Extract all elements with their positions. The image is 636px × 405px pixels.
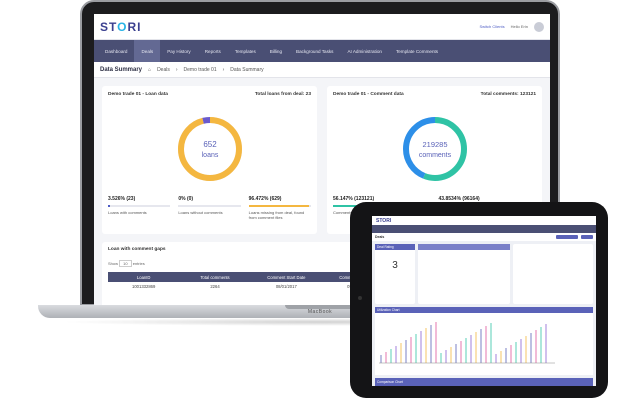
stat-value: 0% (0) xyxy=(178,196,194,202)
user-name: Erin xyxy=(520,24,528,29)
table-header-cell[interactable]: Comment Start Date xyxy=(251,275,322,280)
table-cell: 08/01/2017 xyxy=(275,284,297,289)
entries-select[interactable]: 10 xyxy=(119,260,132,267)
entries-label: entries xyxy=(132,261,145,266)
top-bar: STORI Switch Clients Hello Erin xyxy=(94,14,550,40)
hello-text: Hello xyxy=(510,24,520,29)
tablet-nav xyxy=(372,225,596,233)
nav-item[interactable]: Templates xyxy=(228,49,263,54)
comment-card-title: Demo trade 01 - Comment data xyxy=(333,92,404,97)
nav-item[interactable]: Dashboard xyxy=(98,49,134,54)
tablet-footer-button-2[interactable] xyxy=(554,378,572,383)
logo-text-c: RI xyxy=(127,19,142,34)
crumb-3: Data Summary xyxy=(230,66,264,73)
logo-text-b: O xyxy=(117,19,128,34)
nav-item[interactable]: Reports xyxy=(198,49,228,54)
loan-stats: 3.526% (23) Loans with comments 0% (0) Loan… xyxy=(108,196,311,220)
crumb-1[interactable]: Deals xyxy=(157,67,170,73)
tablet-score-card: Deal Rating 3 xyxy=(375,244,415,304)
tablet-form-card xyxy=(513,244,593,304)
tablet-title: Deals xyxy=(375,235,385,239)
stat-label: Loans missing from deal, found from comm… xyxy=(248,209,305,220)
tablet-details-tabs[interactable] xyxy=(418,244,510,250)
nav-item[interactable]: Billing xyxy=(263,49,289,54)
tablet-logo: STORI xyxy=(372,216,596,225)
stat-block: 0% (0) Loans without comments xyxy=(178,196,241,220)
stat-bar-fill xyxy=(108,205,111,207)
loan-donut-arc xyxy=(177,117,242,181)
tablet-score-value: 3 xyxy=(392,260,398,271)
tablet-toolbar: Deals xyxy=(372,233,596,241)
tablet-footer-title: Comparison Chart xyxy=(377,380,403,384)
comment-donut-unit: comments xyxy=(418,152,451,159)
stat-label: Loans without comments xyxy=(178,209,223,215)
table-header-cell[interactable]: LoanID xyxy=(108,275,179,280)
tablet-chart xyxy=(379,322,555,364)
tablet-action-button-2[interactable] xyxy=(581,235,593,239)
nav-item[interactable]: Deals xyxy=(134,40,161,62)
loan-donut-unit: loans xyxy=(201,152,218,159)
crumb-2[interactable]: Demo trade 01 xyxy=(184,67,217,73)
crumb-sep: › xyxy=(222,66,225,73)
stat-value: 3.526% (23) xyxy=(108,196,136,202)
stat-bar xyxy=(248,205,311,207)
stat-label: Loans with comments xyxy=(108,209,147,215)
stat-block: 3.526% (23) Loans with comments xyxy=(108,196,171,220)
tablet-footer-buttons xyxy=(534,378,592,383)
page-title: Data Summary xyxy=(100,66,143,73)
stat-bar xyxy=(108,205,171,207)
stat-block: 96.472% (629) Loans missing from deal, fo… xyxy=(248,196,311,220)
show-label: Show xyxy=(108,261,119,266)
stat-bar-fill xyxy=(248,205,309,207)
tablet-footer-button-1[interactable] xyxy=(534,378,552,383)
app-logo[interactable]: STORI xyxy=(100,20,141,34)
avatar[interactable] xyxy=(534,21,544,32)
loan-card-title: Demo trade 01 - Loan data xyxy=(108,92,168,97)
comment-donut-value: 219285 xyxy=(422,140,447,149)
loan-donut-chart: 652 loans xyxy=(177,117,242,181)
table-header-cell[interactable]: Total comments xyxy=(179,275,250,280)
tablet-middle: Deal Rating 3 xyxy=(372,241,596,307)
nav-item[interactable]: Template Comments xyxy=(389,49,445,54)
home-icon[interactable]: ⌂ xyxy=(148,67,151,73)
breadcrumb: Data Summary ⌂ Deals › Demo trade 01 › D… xyxy=(94,62,550,78)
switch-clients-link[interactable]: Switch Clients xyxy=(480,24,505,29)
comment-card-total: Total comments: 123121 xyxy=(480,92,536,97)
tablet-screen: STORI Deals Deal Rating 3 Utilization Ch… xyxy=(372,216,596,386)
table-cell: 2264 xyxy=(210,284,220,289)
crumb-sep: › xyxy=(175,66,178,73)
tablet-action-button[interactable] xyxy=(556,235,578,239)
tablet-score-title: Deal Rating xyxy=(375,244,415,250)
stat-value: 96.472% (629) xyxy=(248,196,282,202)
tablet-frame: STORI Deals Deal Rating 3 Utilization Ch… xyxy=(350,202,608,398)
loan-card-total: Total loans from deal: 23 xyxy=(254,92,311,97)
tablet-chart-panel: Utilization Chart xyxy=(375,307,593,375)
table-cell: 1001332869 xyxy=(132,284,156,289)
main-nav: Dashboard Deals Pay History Reports Template… xyxy=(94,40,550,62)
laptop-brand: MacBook xyxy=(307,309,333,315)
loan-data-card: Demo trade 01 - Loan data Total loans fro… xyxy=(102,86,317,234)
stat-bar xyxy=(178,205,241,207)
comment-donut-chart: 219285 comments xyxy=(402,117,467,181)
nav-item[interactable]: Background Tasks xyxy=(289,49,340,54)
loan-donut-value: 652 xyxy=(203,140,217,149)
greeting: Hello Erin xyxy=(511,24,528,29)
nav-item[interactable]: AI Administration xyxy=(340,49,388,54)
logo-text-a: ST xyxy=(100,19,118,34)
tablet-footer-button-3[interactable] xyxy=(574,378,592,383)
tablet-details-card xyxy=(418,244,510,304)
nav-item[interactable]: Pay History xyxy=(160,49,198,54)
tablet-camera xyxy=(358,296,362,300)
top-right: Switch Clients Hello Erin xyxy=(480,21,544,32)
